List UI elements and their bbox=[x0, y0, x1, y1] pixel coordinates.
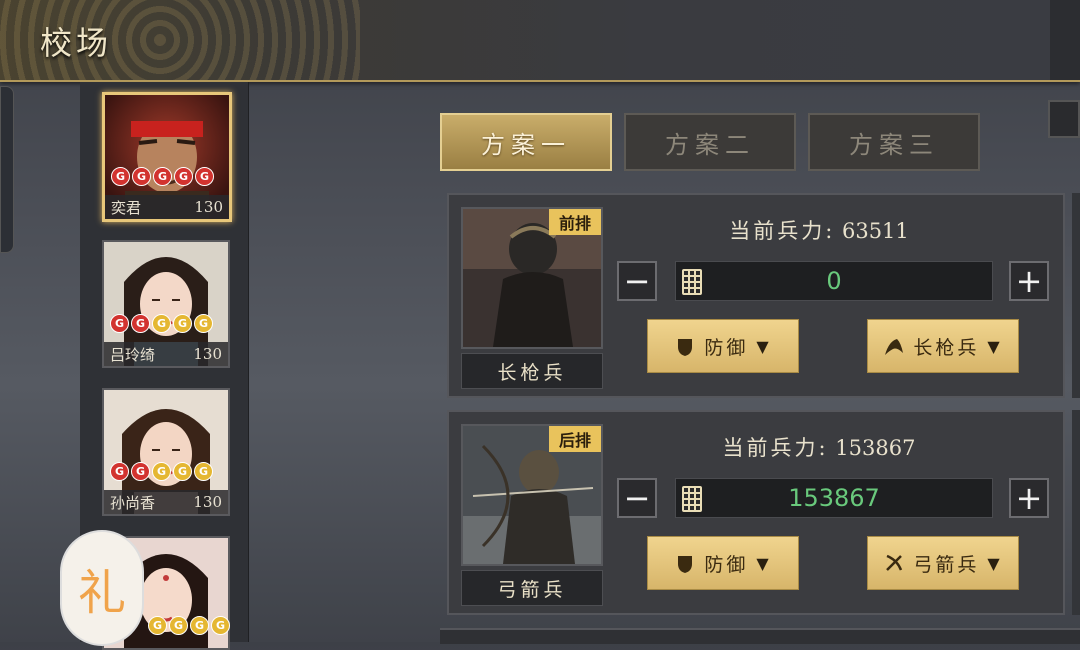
card-edge bbox=[1072, 410, 1080, 615]
star-icon: G bbox=[131, 462, 150, 481]
troop-amount-input[interactable]: 0 bbox=[675, 261, 993, 301]
troop-type-label: 长枪兵 bbox=[913, 336, 980, 359]
decrease-button[interactable]: − bbox=[617, 261, 657, 301]
star-icon: G bbox=[169, 616, 188, 635]
star-icon: G bbox=[152, 314, 171, 333]
hero-nameplate: 孙尚香 130 bbox=[104, 490, 228, 514]
page-title: 校场 bbox=[40, 24, 113, 62]
strength-value: 153867 bbox=[835, 436, 916, 460]
hero-star-row: G G G G G bbox=[110, 314, 213, 333]
hero-star-row: G G G G G bbox=[110, 462, 213, 481]
increase-button[interactable]: + bbox=[1009, 261, 1049, 301]
star-icon: G bbox=[211, 616, 230, 635]
troop-image: 后排 bbox=[461, 424, 603, 566]
hero-name: 吕玲绮 bbox=[110, 345, 156, 364]
stance-label: 防御 bbox=[704, 553, 749, 576]
star-icon: G bbox=[173, 314, 192, 333]
star-icon: G bbox=[110, 462, 129, 481]
hero-nameplate: 吕玲绮 130 bbox=[104, 342, 228, 366]
top-right-button[interactable] bbox=[1048, 100, 1080, 138]
troop-amount-input[interactable]: 153867 bbox=[675, 478, 993, 518]
troop-amount-value: 0 bbox=[826, 267, 842, 295]
position-badge: 前排 bbox=[549, 209, 601, 235]
hero-level: 130 bbox=[193, 493, 222, 511]
hero-star-row: G G G G G bbox=[111, 167, 214, 186]
star-icon: G bbox=[194, 462, 213, 481]
hero-card-sunshangxiang[interactable]: G G G G G 孙尚香 130 bbox=[102, 388, 230, 516]
star-icon: G bbox=[132, 167, 151, 186]
star-icon: G bbox=[152, 462, 171, 481]
gift-floating-button[interactable]: 礼 bbox=[60, 530, 144, 646]
stance-dropdown[interactable]: 防御 ▼ bbox=[647, 536, 799, 590]
star-icon: G bbox=[173, 462, 192, 481]
strength-label: 当前兵力: bbox=[729, 219, 836, 243]
star-icon: G bbox=[110, 314, 129, 333]
header-bar: 校场 bbox=[0, 0, 1080, 82]
troop-card-back: 后排 弓箭兵 当前兵力: 153867 − 153867 + 防御 ▼ 弓箭兵 … bbox=[447, 410, 1065, 615]
star-icon: G bbox=[131, 314, 150, 333]
spear-cavalry-icon bbox=[885, 339, 904, 355]
troop-image: 前排 bbox=[461, 207, 603, 349]
hero-level: 130 bbox=[194, 198, 223, 216]
hero-name: 奕君 bbox=[111, 198, 142, 217]
troop-amount-value: 153867 bbox=[788, 484, 880, 512]
tab-scheme-1[interactable]: 方案一 bbox=[440, 113, 612, 171]
troop-name-label: 弓箭兵 bbox=[461, 570, 603, 606]
troop-card-front: 前排 长枪兵 当前兵力: 63511 − 0 + 防御 ▼ 长枪兵 ▼ bbox=[447, 193, 1065, 398]
tab-scheme-3[interactable]: 方案三 bbox=[808, 113, 980, 171]
hero-card-yijun[interactable]: G G G G G 奕君 130 bbox=[102, 92, 232, 222]
star-icon: G bbox=[194, 314, 213, 333]
tab-scheme-2[interactable]: 方案二 bbox=[624, 113, 796, 171]
position-badge: 后排 bbox=[549, 426, 601, 452]
current-strength: 当前兵力: 63511 bbox=[669, 215, 969, 245]
troop-type-dropdown[interactable]: 弓箭兵 ▼ bbox=[867, 536, 1019, 590]
caret-down-icon: ▼ bbox=[987, 553, 1003, 573]
caret-down-icon: ▼ bbox=[756, 336, 772, 356]
side-rail[interactable] bbox=[0, 86, 14, 253]
troop-type-label: 弓箭兵 bbox=[913, 553, 980, 576]
star-icon: G bbox=[190, 616, 209, 635]
strength-value: 63511 bbox=[841, 219, 909, 243]
hero-level: 130 bbox=[193, 345, 222, 363]
star-icon: G bbox=[195, 167, 214, 186]
stance-dropdown[interactable]: 防御 ▼ bbox=[647, 319, 799, 373]
shield-icon bbox=[678, 339, 693, 356]
shield-icon bbox=[678, 556, 693, 573]
star-icon: G bbox=[153, 167, 172, 186]
star-icon: G bbox=[148, 616, 167, 635]
hero-star-row: G G G G bbox=[148, 616, 230, 635]
star-icon: G bbox=[111, 167, 130, 186]
star-icon: G bbox=[174, 167, 193, 186]
bow-icon bbox=[886, 554, 903, 571]
gift-icon: 礼 bbox=[77, 565, 126, 621]
decrease-button[interactable]: − bbox=[617, 478, 657, 518]
hero-nameplate: 奕君 130 bbox=[105, 195, 229, 219]
troop-name-label: 长枪兵 bbox=[461, 353, 603, 389]
increase-button[interactable]: + bbox=[1009, 478, 1049, 518]
card-edge bbox=[1072, 193, 1080, 398]
caret-down-icon: ▼ bbox=[756, 553, 772, 573]
hero-name: 孙尚香 bbox=[110, 493, 156, 512]
troop-type-dropdown[interactable]: 长枪兵 ▼ bbox=[867, 319, 1019, 373]
strength-label: 当前兵力: bbox=[722, 436, 829, 460]
header-corner bbox=[1050, 0, 1080, 80]
hero-card-lvlingqi[interactable]: G G G G G 吕玲绮 130 bbox=[102, 240, 230, 368]
caret-down-icon: ▼ bbox=[987, 336, 1003, 356]
stance-label: 防御 bbox=[704, 336, 749, 359]
current-strength: 当前兵力: 153867 bbox=[669, 432, 969, 462]
